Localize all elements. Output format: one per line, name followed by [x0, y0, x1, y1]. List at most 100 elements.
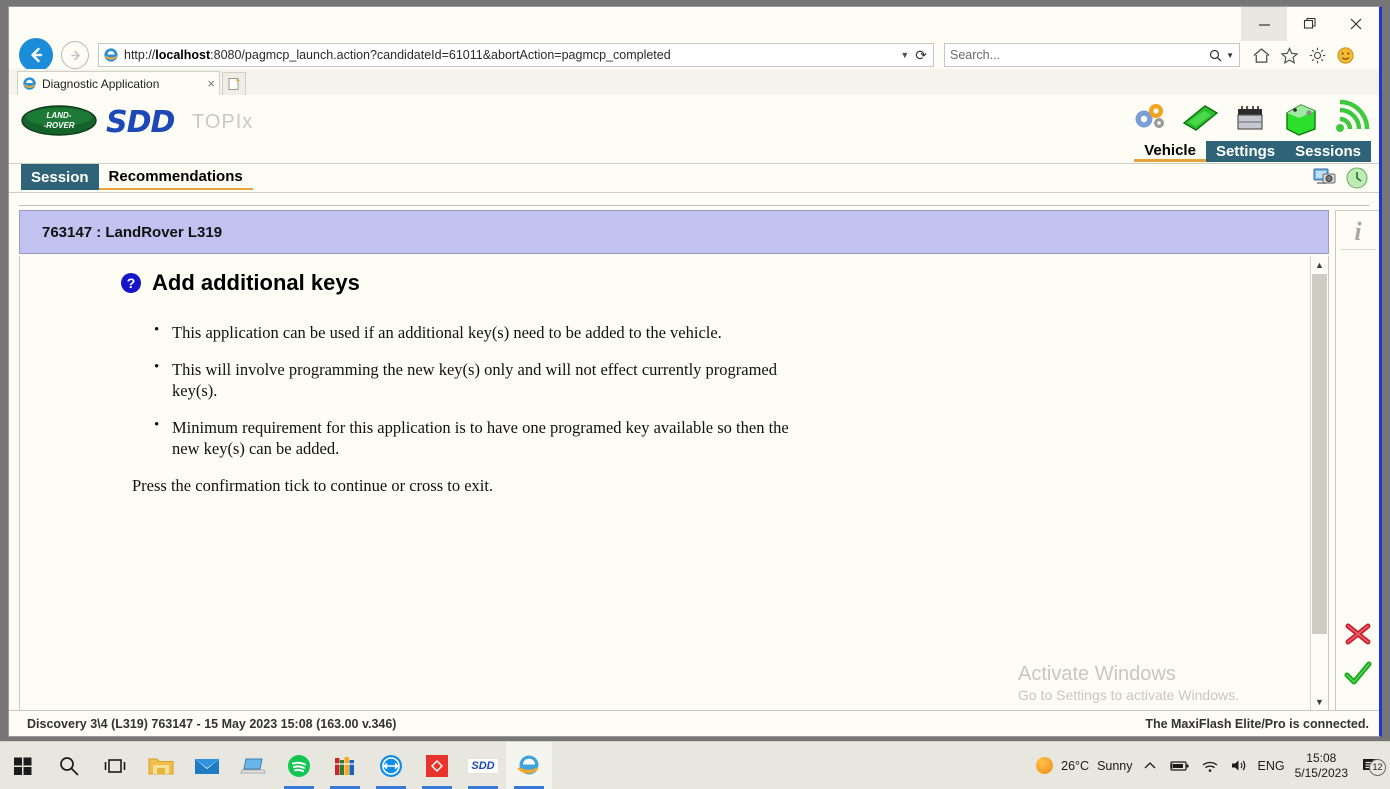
list-item: Minimum requirement for this application… — [150, 416, 792, 459]
windows-taskbar: SDD 26°C Sunny ENG 15:08 5/15/2023 12 — [0, 741, 1390, 789]
teamviewer-button[interactable] — [368, 742, 414, 789]
instruction-list: This application can be used if an addit… — [150, 321, 1311, 460]
system-tray: 26°C Sunny ENG 15:08 5/15/2023 12 — [1036, 742, 1390, 789]
information-i-icon[interactable]: i — [1336, 211, 1379, 247]
content-row: 763147 : LandRover L319 ? Add additional… — [9, 206, 1379, 711]
gear-icon[interactable] — [1308, 46, 1327, 65]
wifi-signal-icon[interactable] — [1329, 97, 1371, 139]
scroll-down-arrow[interactable]: ▼ — [1311, 693, 1328, 710]
clock-date: 5/15/2023 — [1294, 765, 1348, 780]
clock-history-icon[interactable] — [1345, 166, 1369, 190]
nav-tab-settings[interactable]: Settings — [1205, 141, 1286, 162]
tray-icon-group — [1143, 758, 1248, 773]
clock[interactable]: 15:08 5/15/2023 — [1295, 751, 1348, 781]
vehicle-info-text: 763147 : LandRover L319 — [42, 223, 223, 241]
minimize-button[interactable] — [1241, 7, 1287, 41]
mail-button[interactable] — [184, 742, 230, 789]
language-indicator[interactable]: ENG — [1258, 759, 1285, 773]
back-button[interactable] — [19, 38, 53, 72]
app-status-bar: Discovery 3\4 (L319) 763147 - 15 May 202… — [9, 710, 1379, 736]
search-input[interactable]: Search... ▼ — [944, 43, 1240, 67]
forward-button[interactable] — [61, 41, 89, 69]
nav-tab-label: Settings — [1215, 143, 1276, 160]
vehicle-info-bar: 763147 : LandRover L319 — [19, 210, 1329, 254]
wifi-icon[interactable] — [1201, 759, 1219, 773]
sdd-button[interactable]: SDD — [460, 742, 506, 789]
nav-tab-vehicle[interactable]: Vehicle — [1134, 141, 1206, 162]
nav-tab-sessions[interactable]: Sessions — [1285, 141, 1371, 162]
tab-title: Diagnostic Application — [42, 76, 160, 91]
red-diamond-icon — [426, 754, 448, 777]
file-explorer-button[interactable] — [138, 742, 184, 789]
battery-icon[interactable] — [1168, 759, 1190, 773]
internet-explorer-window: http://localhost:8080/pagmcp_launch.acti… — [8, 6, 1382, 737]
sub-tab-label: Recommendations — [108, 167, 243, 185]
green-card-icon[interactable] — [1179, 97, 1221, 139]
clock-time: 15:08 — [1306, 750, 1337, 765]
chevron-down-icon[interactable]: ▼ — [898, 50, 915, 60]
favorites-star-icon[interactable] — [1280, 46, 1299, 65]
topix-label: TOPIx — [192, 111, 254, 133]
tab-strip: Diagnostic Application × — [9, 69, 1379, 96]
document-inner: ? Add additional keys This application c… — [20, 256, 1311, 710]
refresh-icon[interactable]: ⟳ — [915, 47, 929, 64]
green-box-icon[interactable] — [1279, 97, 1321, 139]
activate-windows-watermark: Activate Windows Go to Settings to activ… — [1018, 662, 1239, 704]
cancel-button[interactable] — [1336, 614, 1379, 654]
close-button[interactable] — [1333, 7, 1379, 41]
taskbar-buttons: SDD — [0, 742, 552, 789]
internet-explorer-button[interactable] — [506, 742, 552, 789]
start-button[interactable] — [0, 742, 46, 789]
winrar-button[interactable] — [322, 742, 368, 789]
divider — [1340, 249, 1376, 250]
maximize-restore-button[interactable] — [1287, 7, 1333, 41]
document-scrollbar[interactable]: ▲ ▼ — [1310, 256, 1328, 710]
help-question-icon[interactable]: ? — [120, 272, 142, 294]
smiley-feedback-icon[interactable] — [1336, 46, 1355, 65]
new-tab-button[interactable] — [222, 72, 246, 96]
chevron-down-icon[interactable]: ▼ — [1226, 51, 1234, 60]
confirm-button[interactable] — [1336, 654, 1379, 694]
nav-tab-label: Sessions — [1295, 143, 1361, 160]
red-app-button[interactable] — [414, 742, 460, 789]
home-icon[interactable] — [1252, 46, 1271, 65]
sub-tab-session[interactable]: Session — [21, 164, 99, 190]
sub-tab-recommendations[interactable]: Recommendations — [98, 164, 253, 190]
search-controls[interactable]: ▼ — [1209, 49, 1234, 62]
sun-icon — [1036, 757, 1054, 774]
page-title: Add additional keys — [152, 270, 360, 295]
close-icon[interactable]: × — [203, 76, 215, 91]
screen: http://localhost:8080/pagmcp_launch.acti… — [0, 0, 1390, 789]
browser-tab-diagnostic-application[interactable]: Diagnostic Application × — [17, 71, 220, 95]
task-view-button[interactable] — [92, 742, 138, 789]
window-controls — [1241, 7, 1379, 41]
folder-icon — [148, 758, 174, 774]
sdd-logo: SDD — [106, 105, 175, 140]
svg-text:-ROVER: -ROVER — [43, 121, 74, 130]
scroll-up-arrow[interactable]: ▲ — [1311, 256, 1328, 273]
browser-address-bar: http://localhost:8080/pagmcp_launch.acti… — [9, 37, 1379, 73]
document-area: ? Add additional keys This application c… — [19, 256, 1329, 711]
side-action-panel: i — [1335, 210, 1379, 711]
screenshot-camera-icon[interactable] — [1313, 166, 1337, 190]
weather-widget[interactable]: 26°C Sunny — [1036, 757, 1133, 774]
notification-count-badge: 12 — [1369, 758, 1386, 776]
laptop-app-button[interactable] — [230, 742, 276, 789]
show-hidden-icons-chevron[interactable] — [1143, 759, 1157, 773]
scrollbar-thumb[interactable] — [1312, 274, 1327, 634]
address-text: http://localhost:8080/pagmcp_launch.acti… — [124, 48, 671, 62]
watermark-subtitle: Go to Settings to activate Windows. — [1018, 687, 1239, 703]
search-button[interactable] — [46, 742, 92, 789]
spotify-icon — [288, 754, 310, 777]
search-icon — [1209, 49, 1222, 61]
battery-icon[interactable] — [1229, 97, 1271, 139]
internet-explorer-icon — [104, 48, 118, 62]
settings-gears-icon[interactable] — [1129, 97, 1171, 139]
volume-icon[interactable] — [1230, 758, 1248, 773]
green-tick-icon — [1344, 661, 1372, 685]
svg-text:?: ? — [127, 275, 136, 291]
list-item: This will involve programming the new ke… — [150, 358, 792, 401]
address-input[interactable]: http://localhost:8080/pagmcp_launch.acti… — [98, 43, 934, 67]
notification-center-button[interactable]: 12 — [1358, 757, 1386, 776]
spotify-button[interactable] — [276, 742, 322, 789]
